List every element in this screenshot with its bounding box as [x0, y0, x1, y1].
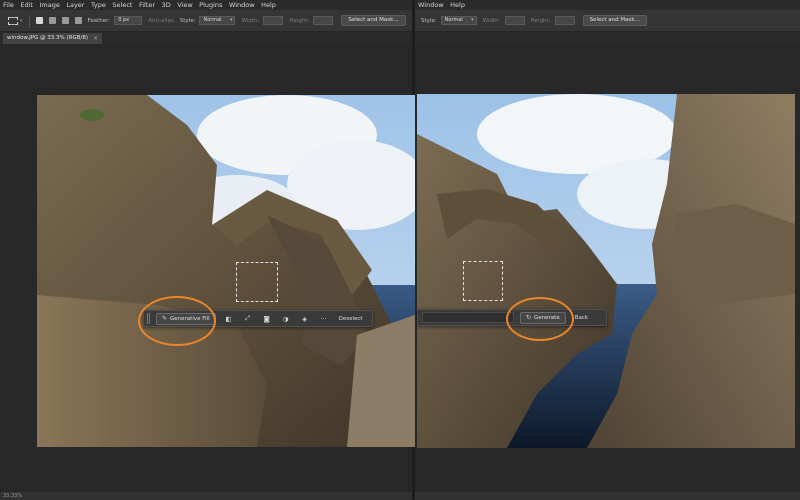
intersect-selection-icon[interactable] — [74, 17, 82, 24]
menu-view[interactable]: View — [174, 0, 196, 10]
options-bar-right: Style: Normal Width: Height: Select and … — [415, 10, 800, 32]
options-divider — [28, 14, 30, 27]
style-label: Style: — [179, 17, 196, 24]
back-button[interactable]: Back — [575, 315, 588, 321]
menu-image[interactable]: Image — [36, 0, 63, 10]
menu-window[interactable]: Window — [226, 0, 258, 10]
menu-3d[interactable]: 3D — [159, 0, 175, 10]
more-icon[interactable]: ··· — [318, 315, 330, 323]
selection-marquee[interactable] — [236, 262, 278, 302]
height-label: Height: — [289, 17, 310, 24]
select-inverse-icon[interactable]: ◧ — [223, 315, 235, 323]
new-selection-icon[interactable] — [35, 17, 43, 24]
width-label: Width: — [241, 17, 260, 24]
antialias-label: Anti-alias — [148, 17, 174, 24]
style-select[interactable]: Normal — [199, 16, 236, 25]
menu-type[interactable]: Type — [88, 0, 109, 10]
transform-icon[interactable]: ⤢ — [242, 314, 254, 323]
add-selection-icon[interactable] — [48, 17, 56, 24]
menu-edit[interactable]: Edit — [17, 0, 36, 10]
select-and-mask-button-right[interactable]: Select and Mask... — [582, 15, 647, 26]
menu-plugins[interactable]: Plugins — [196, 0, 226, 10]
menu-bar: File Edit Image Layer Type Select Filter… — [0, 0, 412, 10]
deselect-button[interactable]: Deselect — [339, 316, 363, 322]
close-icon[interactable]: × — [93, 33, 98, 44]
select-and-mask-button[interactable]: Select and Mask... — [341, 15, 406, 26]
prompt-input[interactable] — [422, 312, 514, 323]
document-tab-bar-right — [415, 32, 800, 44]
canvas-photo-left[interactable] — [37, 95, 415, 447]
selection-marquee-right[interactable] — [463, 261, 503, 301]
document-tab-title: window.JPG @ 33.3% (RGB/8) — [7, 35, 89, 41]
menu-select[interactable]: Select — [109, 0, 136, 10]
style-label-right: Style: — [421, 17, 437, 24]
options-bar: ▾ Feather: 0 px Anti-alias Style: Normal… — [0, 10, 412, 32]
menu-filter[interactable]: Filter — [136, 0, 159, 10]
height-field[interactable] — [313, 16, 334, 25]
width-field[interactable] — [263, 16, 284, 25]
highlight-callout — [138, 296, 216, 346]
status-bar-right — [415, 492, 800, 500]
menu-window-right[interactable]: Window — [415, 0, 447, 10]
fill-icon[interactable]: ◈ — [299, 315, 311, 323]
menu-layer[interactable]: Layer — [63, 0, 88, 10]
menu-help[interactable]: Help — [258, 0, 279, 10]
adjustment-icon[interactable]: ◑ — [280, 315, 292, 323]
height-label-right: Height: — [530, 17, 551, 24]
status-bar: 33.33% — [0, 492, 412, 500]
menu-help-right[interactable]: Help — [447, 0, 468, 10]
document-tab-bar: window.JPG @ 33.3% (RGB/8) × — [0, 32, 412, 44]
mask-icon[interactable]: ◙ — [261, 315, 273, 323]
subtract-selection-icon[interactable] — [61, 17, 69, 24]
style-select-right[interactable]: Normal — [440, 16, 477, 25]
width-label-right: Width: — [482, 17, 501, 24]
highlight-callout-right — [506, 297, 574, 341]
feather-label: Feather: — [87, 17, 111, 24]
chevron-down-icon[interactable]: ▾ — [20, 18, 23, 24]
menu-bar-right: Window Help — [415, 0, 800, 10]
width-field-right[interactable] — [504, 16, 525, 25]
marquee-tool-icon[interactable] — [8, 16, 18, 25]
menu-file[interactable]: File — [0, 0, 17, 10]
feather-field[interactable]: 0 px — [114, 16, 143, 25]
height-field-right[interactable] — [554, 16, 575, 25]
zoom-readout[interactable]: 33.33% — [3, 493, 22, 499]
document-tab[interactable]: window.JPG @ 33.3% (RGB/8) × — [3, 33, 103, 44]
